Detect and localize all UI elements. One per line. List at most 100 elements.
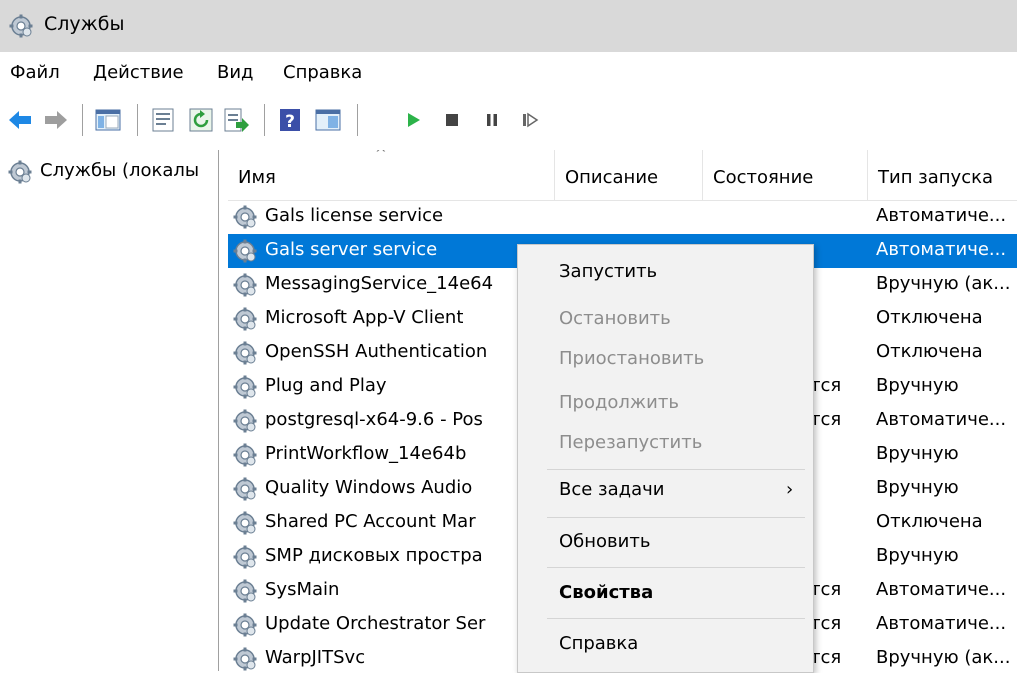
- menu-action[interactable]: Действие: [93, 62, 184, 83]
- service-gear-icon: [233, 443, 257, 467]
- sort-caret-icon: ^: [375, 150, 387, 162]
- service-startup-type: Вручную (ак...: [876, 273, 1011, 294]
- service-gear-icon: [233, 307, 257, 331]
- service-name: SysMain: [265, 579, 340, 600]
- column-header-label: Описание: [565, 167, 659, 188]
- service-startup-type: Автоматиче...: [876, 613, 1007, 634]
- context-menu-label: Запустить: [559, 261, 658, 282]
- service-state: тся: [810, 613, 842, 634]
- service-startup-type: Вручную: [876, 477, 959, 498]
- toolbar-separator: [264, 104, 265, 136]
- context-menu-label: Приостановить: [559, 348, 705, 369]
- service-startup-type: Отключена: [876, 307, 983, 328]
- service-name: Quality Windows Audio: [265, 477, 473, 498]
- service-startup-type: Автоматиче...: [876, 205, 1007, 226]
- column-header-status[interactable]: Состояние: [703, 150, 868, 200]
- service-startup-type: Вручную: [876, 545, 959, 566]
- context-menu-refresh[interactable]: Обновить: [518, 525, 813, 561]
- service-name: OpenSSH Authentication: [265, 341, 488, 362]
- context-menu-separator: [547, 567, 805, 568]
- tree-item-label: Службы (локалы: [40, 160, 200, 181]
- toolbar-separator: [82, 104, 83, 136]
- service-startup-type: Отключена: [876, 341, 983, 362]
- context-menu-label: Обновить: [559, 531, 651, 552]
- service-startup-type: Автоматиче...: [876, 579, 1007, 600]
- context-menu-separator: [547, 618, 805, 619]
- service-name: Shared PC Account Mar: [265, 511, 476, 532]
- help-icon[interactable]: ?: [276, 106, 304, 134]
- service-name: Plug and Play: [265, 375, 387, 396]
- menu-help[interactable]: Справка: [283, 62, 362, 83]
- context-menu-label: Свойства: [559, 582, 654, 603]
- service-name: Microsoft App-V Client: [265, 307, 464, 328]
- services-gear-icon: [9, 14, 33, 38]
- service-startup-type: Отключена: [876, 511, 983, 532]
- export-list-icon[interactable]: [222, 106, 250, 134]
- pause-icon[interactable]: [478, 106, 506, 134]
- column-header-name[interactable]: Имя ^: [228, 150, 555, 200]
- column-header-startup-type[interactable]: Тип запуска: [868, 150, 1017, 200]
- toolbar-separator: [137, 104, 138, 136]
- forward-arrow-icon[interactable]: [42, 106, 70, 134]
- service-gear-icon: [233, 545, 257, 569]
- service-name: MessagingService_14e64: [265, 273, 494, 294]
- context-menu-all-tasks[interactable]: Все задачи ›: [518, 473, 813, 509]
- service-gear-icon: [233, 341, 257, 365]
- menu-bar: Файл Действие Вид Справка: [0, 52, 1017, 92]
- toolbar: ?: [0, 92, 1017, 148]
- column-header-description[interactable]: Описание: [555, 150, 703, 200]
- service-startup-type: Автоматиче...: [876, 409, 1007, 430]
- properties-icon[interactable]: [149, 106, 177, 134]
- service-startup-type: Вручную: [876, 443, 959, 464]
- service-name: SMP дисковых простра: [265, 545, 483, 566]
- table-row[interactable]: Gals license service Автоматиче...: [228, 200, 1017, 234]
- service-gear-icon: [233, 273, 257, 297]
- window-title: Службы: [44, 13, 125, 35]
- service-startup-type: Вручную (ак...: [876, 647, 1011, 668]
- service-gear-icon: [233, 647, 257, 671]
- service-name: PrintWorkflow_14e64b: [265, 443, 467, 464]
- service-gear-icon: [233, 375, 257, 399]
- console-tree-icon[interactable]: [94, 106, 122, 134]
- service-gear-icon: [233, 409, 257, 433]
- context-menu-separator: [547, 469, 805, 470]
- context-menu-stop: Остановить: [518, 302, 813, 338]
- column-header-label: Имя: [238, 167, 276, 188]
- service-gear-icon: [233, 511, 257, 535]
- service-name: Gals license service: [265, 205, 444, 226]
- start-icon[interactable]: [399, 106, 427, 134]
- context-menu-pause: Приостановить: [518, 342, 813, 378]
- list-header: Имя ^ Описание Состояние Тип запуска: [228, 150, 1017, 201]
- menu-file[interactable]: Файл: [10, 62, 60, 83]
- submenu-arrow-icon: ›: [786, 479, 794, 500]
- context-menu-label: Все задачи: [559, 479, 665, 500]
- service-state: тся: [810, 579, 842, 600]
- menu-view[interactable]: Вид: [217, 62, 254, 83]
- context-menu-label: Остановить: [559, 308, 671, 329]
- context-menu-restart: Перезапустить: [518, 426, 813, 462]
- refresh-icon[interactable]: [187, 106, 215, 134]
- back-arrow-icon[interactable]: [6, 106, 34, 134]
- service-name: postgresql-x64-9.6 - Pos: [265, 409, 483, 430]
- service-state: тся: [810, 647, 842, 668]
- context-menu-properties[interactable]: Свойства: [518, 576, 813, 612]
- context-menu-continue: Продолжить: [518, 386, 813, 422]
- context-menu-help[interactable]: Справка: [518, 627, 813, 663]
- context-menu-label: Продолжить: [559, 392, 679, 413]
- context-menu-label: Перезапустить: [559, 432, 703, 453]
- service-gear-icon: [233, 239, 257, 263]
- context-menu: Запустить Остановить Приостановить Продолжи…: [517, 244, 814, 673]
- context-menu-start[interactable]: Запустить: [518, 255, 813, 291]
- console-icon[interactable]: [314, 106, 342, 134]
- toolbar-separator: [357, 104, 358, 136]
- column-header-label: Тип запуска: [878, 167, 994, 188]
- service-name: Gals server service: [265, 239, 438, 260]
- title-bar: Службы: [0, 0, 1017, 52]
- resume-icon[interactable]: [516, 106, 544, 134]
- services-gear-icon: [8, 160, 32, 184]
- stop-icon[interactable]: [438, 106, 466, 134]
- service-gear-icon: [233, 205, 257, 229]
- column-header-label: Состояние: [713, 167, 814, 188]
- context-menu-label: Справка: [559, 633, 639, 654]
- service-startup-type: Вручную: [876, 375, 959, 396]
